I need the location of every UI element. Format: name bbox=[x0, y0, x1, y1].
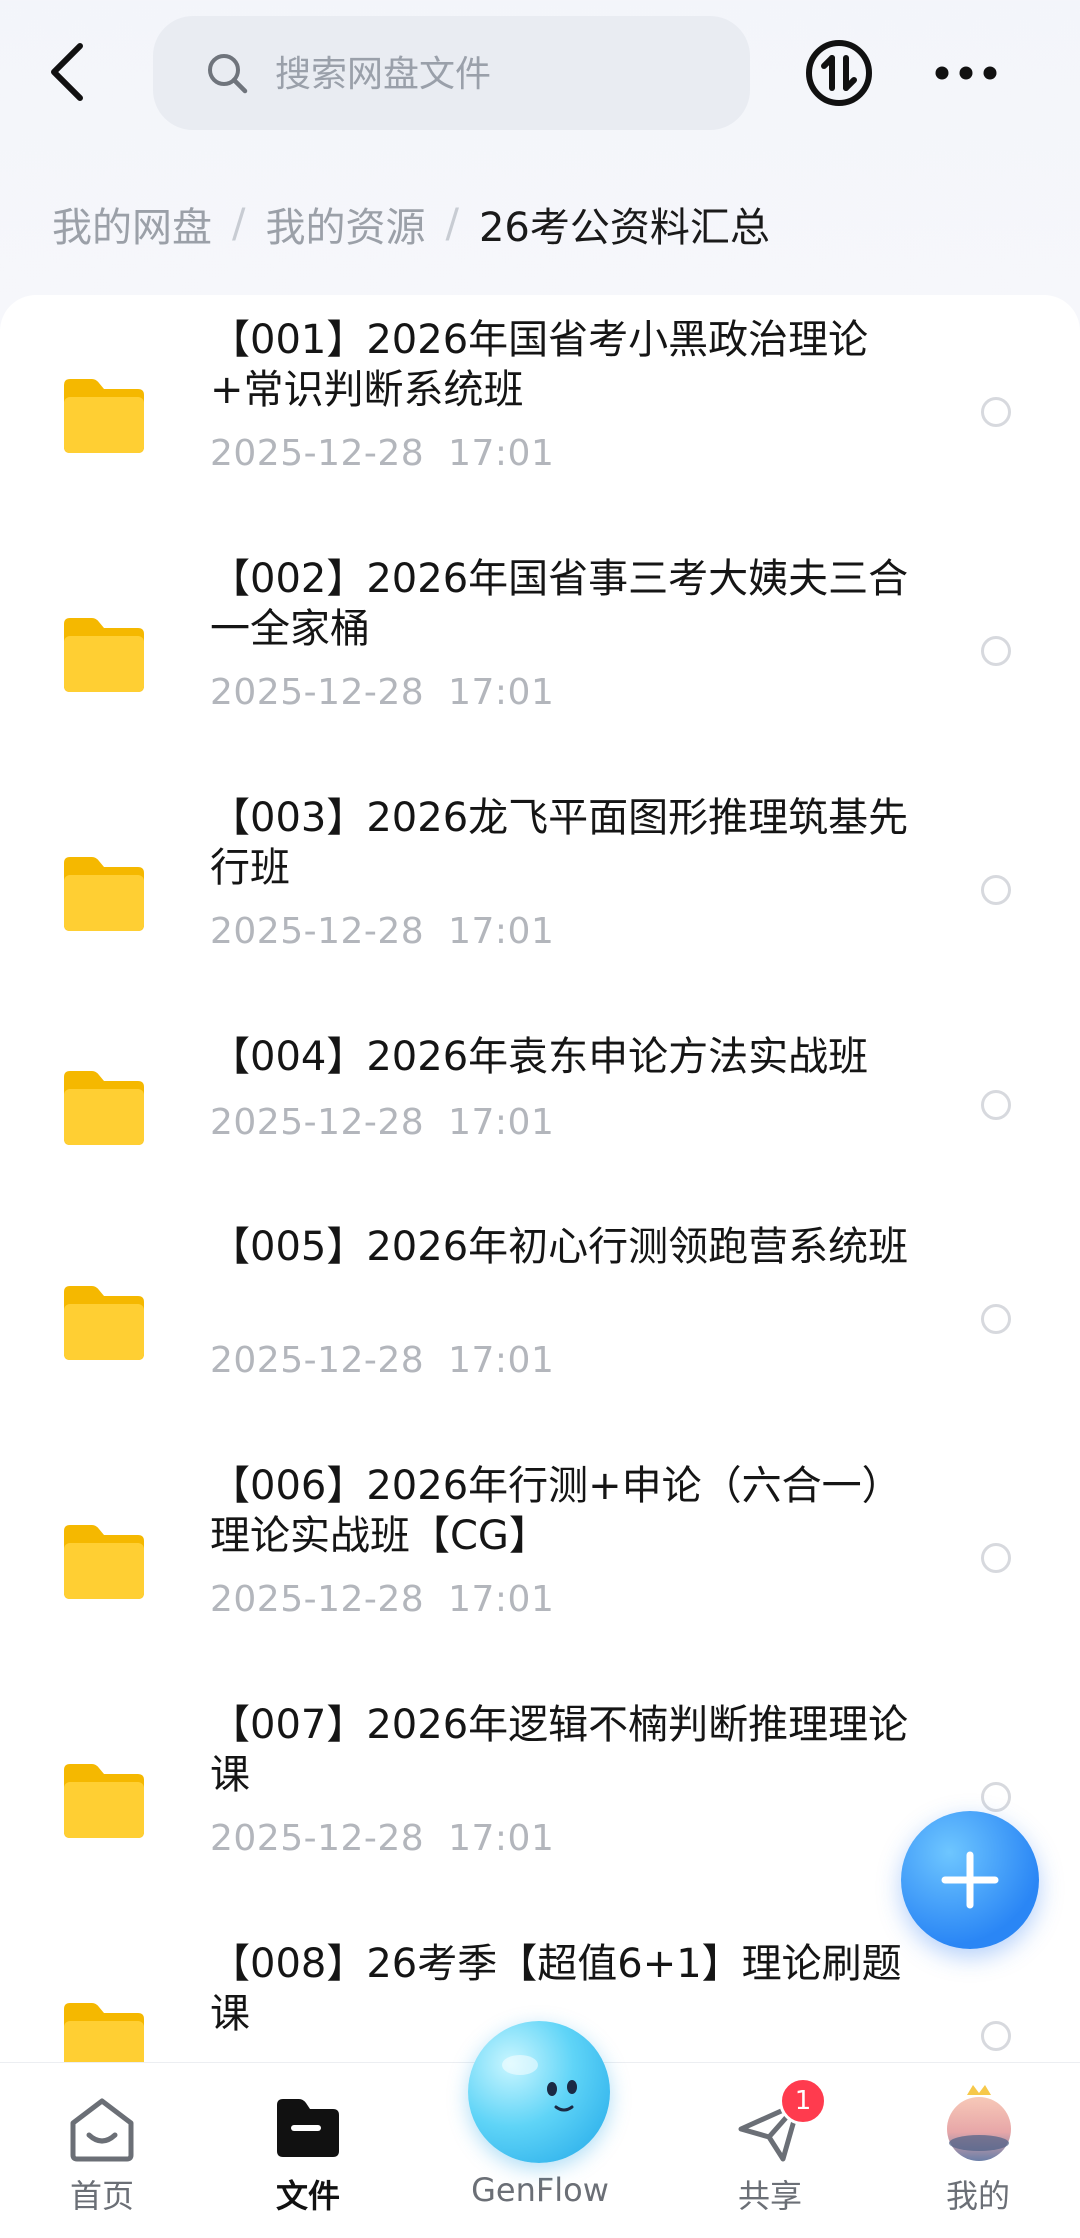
select-radio[interactable] bbox=[981, 2021, 1011, 2051]
plus-icon bbox=[941, 1851, 999, 1909]
nav-item-share[interactable]: 1 共享 bbox=[685, 2063, 855, 2238]
select-radio[interactable] bbox=[981, 1543, 1011, 1573]
file-row[interactable]: 【001】2026年国省考小黑政治理论+常识判断系统班 2025-12-28 1… bbox=[0, 295, 1080, 534]
breadcrumb-item-my-drive[interactable]: 我的网盘 bbox=[52, 195, 212, 253]
top-bar bbox=[0, 0, 1080, 150]
file-name: 【004】2026年袁东申论方法实战班 bbox=[210, 1034, 869, 1080]
avatar-icon bbox=[947, 2085, 1011, 2161]
file-date: 2025-12-28 17:01 bbox=[210, 1579, 555, 1620]
breadcrumb: 我的网盘 / 我的资源 / 26考公资料汇总 bbox=[52, 196, 770, 252]
search-icon bbox=[208, 54, 248, 94]
nav-label: 我的 bbox=[945, 2177, 1010, 2215]
file-date: 2025-12-28 17:01 bbox=[210, 911, 555, 952]
transfer-button[interactable] bbox=[804, 38, 874, 108]
search-input[interactable] bbox=[273, 38, 717, 110]
file-row[interactable]: 【004】2026年袁东申论方法实战班 2025-12-28 17:01 bbox=[0, 1012, 1080, 1202]
genflow-orb-icon[interactable] bbox=[468, 2021, 610, 2163]
nav-label: 共享 bbox=[737, 2177, 802, 2215]
folder-icon bbox=[277, 2099, 339, 2157]
select-radio[interactable] bbox=[981, 1304, 1011, 1334]
home-icon bbox=[70, 2098, 134, 2162]
nav-label: 文件 bbox=[275, 2177, 340, 2215]
breadcrumb-item-my-resources[interactable]: 我的资源 bbox=[265, 195, 425, 253]
folder-icon bbox=[64, 1286, 144, 1360]
file-date: 2025-12-28 17:01 bbox=[210, 672, 555, 713]
file-date: 2025-12-28 17:01 bbox=[210, 433, 555, 474]
breadcrumb-separator: / bbox=[445, 201, 459, 247]
folder-icon bbox=[64, 618, 144, 692]
add-button[interactable] bbox=[901, 1811, 1039, 1949]
file-name: 【003】2026龙飞平面图形推理筑基先行班 bbox=[210, 795, 909, 891]
file-row[interactable]: 【005】2026年初心行测领跑营系统班 2025-12-28 17:01 bbox=[0, 1202, 1080, 1441]
back-button[interactable] bbox=[40, 36, 100, 108]
file-row[interactable]: 【003】2026龙飞平面图形推理筑基先行班 2025-12-28 17:01 bbox=[0, 773, 1080, 1012]
nav-item-files[interactable]: 文件 bbox=[223, 2063, 393, 2238]
folder-icon bbox=[64, 857, 144, 931]
nav-label: 首页 bbox=[69, 2177, 134, 2215]
file-date: 2025-12-28 17:01 bbox=[210, 1818, 555, 1859]
select-radio[interactable] bbox=[981, 1090, 1011, 1120]
chevron-left-icon bbox=[51, 43, 83, 101]
file-name: 【007】2026年逻辑不楠判断推理理论课 bbox=[210, 1702, 909, 1798]
file-row[interactable]: 【006】2026年行测+申论（六合一）理论实战班【CG】 2025-12-28… bbox=[0, 1441, 1080, 1680]
file-date: 2025-12-28 17:01 bbox=[210, 1102, 555, 1143]
select-radio[interactable] bbox=[981, 397, 1011, 427]
notification-badge: 1 bbox=[779, 2077, 827, 2125]
folder-icon bbox=[64, 1764, 144, 1838]
nav-item-me[interactable]: 我的 bbox=[893, 2063, 1063, 2238]
breadcrumb-item-current: 26考公资料汇总 bbox=[478, 205, 770, 251]
file-name: 【002】2026年国省事三考大姨夫三合一全家桶 bbox=[210, 556, 909, 652]
select-radio[interactable] bbox=[981, 1782, 1011, 1812]
file-name: 【006】2026年行测+申论（六合一）理论实战班【CG】 bbox=[210, 1463, 902, 1559]
more-button[interactable] bbox=[934, 50, 998, 96]
more-dots-icon bbox=[935, 66, 997, 80]
file-date: 2025-12-28 17:01 bbox=[210, 1340, 555, 1381]
breadcrumb-separator: / bbox=[232, 201, 246, 247]
file-name: 【005】2026年初心行测领跑营系统班 bbox=[210, 1224, 909, 1270]
select-radio[interactable] bbox=[981, 875, 1011, 905]
folder-icon bbox=[64, 1525, 144, 1599]
select-radio[interactable] bbox=[981, 636, 1011, 666]
folder-icon bbox=[64, 379, 144, 453]
file-row[interactable]: 【002】2026年国省事三考大姨夫三合一全家桶 2025-12-28 17:0… bbox=[0, 534, 1080, 773]
file-name: 【001】2026年国省考小黑政治理论+常识判断系统班 bbox=[210, 317, 869, 413]
folder-icon bbox=[64, 1071, 144, 1145]
nav-item-home[interactable]: 首页 bbox=[17, 2063, 187, 2238]
genflow-face-icon bbox=[502, 2055, 577, 2112]
transfer-icon bbox=[806, 40, 872, 106]
nav-label: GenFlow bbox=[471, 2171, 609, 2209]
search-box[interactable] bbox=[153, 16, 750, 130]
